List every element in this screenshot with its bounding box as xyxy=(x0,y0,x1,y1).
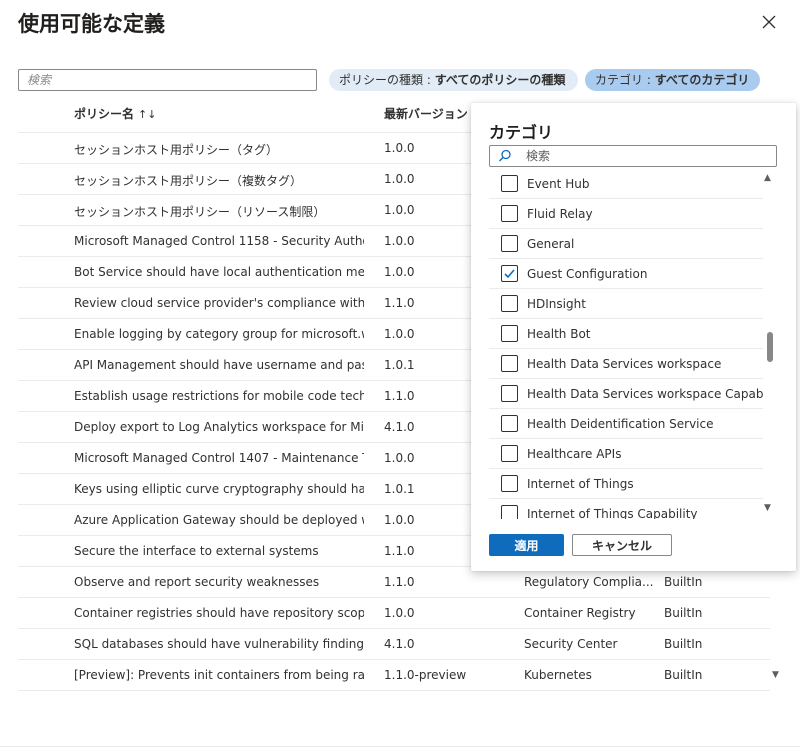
category-option[interactable]: Internet of Things Capability xyxy=(489,499,763,519)
category-checkbox[interactable] xyxy=(501,265,518,282)
category-option-label: Internet of Things Capability xyxy=(527,507,698,519)
category-dropdown: カテゴリ Event Hub Fluid Relay General Guest Co… xyxy=(471,103,796,571)
row-type: BuiltIn xyxy=(664,606,703,620)
category-checkbox[interactable] xyxy=(501,445,518,462)
category-option-label: Guest Configuration xyxy=(527,267,648,281)
row-name: Container registries should have reposit… xyxy=(74,606,364,620)
table-row[interactable]: Observe and report security weaknesses 1.… xyxy=(18,567,770,598)
category-checkbox[interactable] xyxy=(501,175,518,192)
row-name: Deploy export to Log Analytics workspace… xyxy=(74,420,364,434)
row-category: Regulatory Complia... xyxy=(524,575,654,589)
category-dropdown-title: カテゴリ xyxy=(489,123,554,142)
row-version: 4.1.0 xyxy=(384,637,415,651)
category-option[interactable]: Guest Configuration xyxy=(489,259,763,289)
category-option-label: Health Bot xyxy=(527,327,591,341)
row-name: SQL databases should have vulnerability … xyxy=(74,637,364,651)
row-name: API Management should have username and … xyxy=(74,358,364,372)
category-search-input[interactable] xyxy=(526,146,766,166)
row-name: Azure Application Gateway should be depl… xyxy=(74,513,364,527)
category-checkbox[interactable] xyxy=(501,415,518,432)
category-option[interactable]: General xyxy=(489,229,763,259)
table-scroll-down-icon[interactable]: ▼ xyxy=(772,670,779,680)
category-checkbox[interactable] xyxy=(501,325,518,342)
category-option-label: Health Data Services workspace xyxy=(527,357,722,371)
category-option-label: Fluid Relay xyxy=(527,207,593,221)
row-name: [Preview]: Prevents init containers from… xyxy=(74,668,364,682)
table-row[interactable]: SQL databases should have vulnerability … xyxy=(18,629,770,660)
row-category: Security Center xyxy=(524,637,618,651)
category-option[interactable]: Healthcare APIs xyxy=(489,439,763,469)
footer-divider xyxy=(0,746,800,747)
filter-policy-type[interactable]: ポリシーの種類 : すべてのポリシーの種類 xyxy=(329,69,578,91)
row-name: Observe and report security weaknesses xyxy=(74,575,320,589)
category-option-label: Event Hub xyxy=(527,177,590,191)
category-checkbox[interactable] xyxy=(501,505,518,519)
category-option-label: HDInsight xyxy=(527,297,586,311)
filter-category[interactable]: カテゴリ : すべてのカテゴリ xyxy=(585,69,760,91)
row-name: セッションホスト用ポリシー（複数タグ） xyxy=(74,174,303,188)
apply-button[interactable]: 適用 xyxy=(489,534,564,556)
category-checkbox[interactable] xyxy=(501,295,518,312)
category-option-label: Health Data Services workspace Capabilit… xyxy=(527,387,763,401)
close-button[interactable] xyxy=(758,11,780,33)
category-option[interactable]: Event Hub xyxy=(489,169,763,199)
category-option[interactable]: Health Data Services workspace Capabilit… xyxy=(489,379,763,409)
row-version: 1.0.0 xyxy=(384,606,415,620)
row-name: Microsoft Managed Control 1407 - Mainten… xyxy=(74,451,364,465)
category-search-box[interactable] xyxy=(489,145,777,167)
row-type: BuiltIn xyxy=(664,637,703,651)
row-name: Secure the interface to external systems xyxy=(74,544,319,558)
row-name: Microsoft Managed Control 1158 - Securit… xyxy=(74,234,364,248)
column-header-version: 最新バージョン xyxy=(384,107,468,121)
row-type: BuiltIn xyxy=(664,668,703,682)
sort-icon[interactable]: ↑↓ xyxy=(138,108,156,121)
dialog-title: 使用可能な定義 xyxy=(18,12,165,36)
checkmark-icon xyxy=(504,269,515,279)
table-row[interactable]: [Preview]: Prevents init containers from… xyxy=(18,660,770,691)
search-input[interactable] xyxy=(18,69,317,91)
row-name: セッションホスト用ポリシー（リソース制限） xyxy=(74,205,326,219)
row-version: 1.1.0-preview xyxy=(384,668,467,682)
category-option-label: Healthcare APIs xyxy=(527,447,622,461)
category-option[interactable]: HDInsight xyxy=(489,289,763,319)
category-checkbox[interactable] xyxy=(501,205,518,222)
category-list[interactable]: Event Hub Fluid Relay General Guest Configu… xyxy=(489,169,763,519)
category-option-label: General xyxy=(527,237,575,251)
row-type: BuiltIn xyxy=(664,575,703,589)
category-option[interactable]: Health Data Services workspace xyxy=(489,349,763,379)
category-option[interactable]: Fluid Relay xyxy=(489,199,763,229)
filter-category-label: カテゴリ : xyxy=(595,73,655,87)
row-category: Kubernetes xyxy=(524,668,592,682)
category-scroll-up-icon[interactable]: ▲ xyxy=(764,173,771,183)
cancel-button[interactable]: キャンセル xyxy=(572,534,672,556)
category-checkbox[interactable] xyxy=(501,235,518,252)
category-scrollbar-thumb[interactable] xyxy=(767,332,773,362)
category-checkbox[interactable] xyxy=(501,355,518,372)
category-checkbox[interactable] xyxy=(501,385,518,402)
column-header-policy-name-label: ポリシー名 xyxy=(74,107,135,121)
category-checkbox[interactable] xyxy=(501,475,518,492)
filter-policy-type-label: ポリシーの種類 : xyxy=(339,73,435,87)
column-header-policy-name[interactable]: ポリシー名 ↑↓ xyxy=(74,105,156,122)
row-name: Enable logging by category group for mic… xyxy=(74,327,364,341)
search-icon xyxy=(499,149,511,162)
row-name: Review cloud service provider's complian… xyxy=(74,296,364,310)
category-option[interactable]: Health Deidentification Service xyxy=(489,409,763,439)
row-name: Bot Service should have local authentica… xyxy=(74,265,364,279)
category-option-label: Internet of Things xyxy=(527,477,634,491)
row-version: 1.1.0 xyxy=(384,575,415,589)
close-icon xyxy=(762,15,776,29)
row-name: Keys using elliptic curve cryptography s… xyxy=(74,482,364,496)
category-option[interactable]: Health Bot xyxy=(489,319,763,349)
category-scroll-down-icon[interactable]: ▼ xyxy=(764,503,771,513)
filter-policy-type-value: すべてのポリシーの種類 xyxy=(434,73,566,87)
table-row[interactable]: Container registries should have reposit… xyxy=(18,598,770,629)
row-name: Establish usage restrictions for mobile … xyxy=(74,389,364,403)
filter-category-value: すべてのカテゴリ xyxy=(654,73,750,87)
category-option-label: Health Deidentification Service xyxy=(527,417,714,431)
category-option[interactable]: Internet of Things xyxy=(489,469,763,499)
row-name: セッションホスト用ポリシー（タグ） xyxy=(74,143,279,157)
row-category: Container Registry xyxy=(524,606,636,620)
